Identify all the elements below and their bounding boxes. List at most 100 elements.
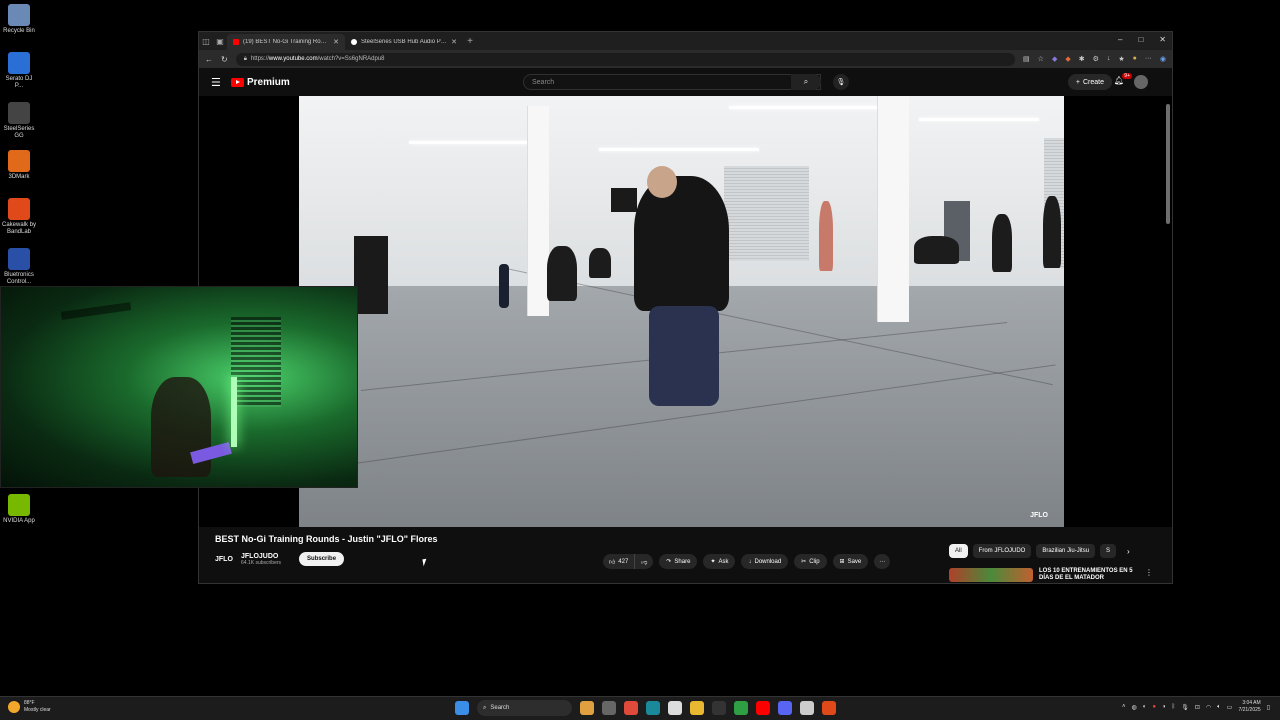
tab-steelseries[interactable]: SteelSeries USB Hub Audio Port ✕ bbox=[345, 34, 463, 50]
subscribe-button[interactable]: Subscribe bbox=[299, 552, 345, 566]
extension-icon[interactable]: ⚙ bbox=[1093, 55, 1099, 63]
dislike-button[interactable]: 👎︎ bbox=[634, 554, 653, 569]
desktop-shortcut-label: SteelSeries GG bbox=[3, 126, 35, 139]
clock[interactable]: 3:04 AM 7/21/2025 bbox=[1238, 700, 1260, 714]
video-frame[interactable]: JFLO bbox=[299, 96, 1064, 527]
tray-icon[interactable]: ⊡ bbox=[1195, 704, 1200, 711]
channel-avatar[interactable]: JFLO bbox=[215, 556, 235, 563]
close-window-button[interactable]: ✕ bbox=[1159, 35, 1166, 44]
git-icon[interactable] bbox=[822, 701, 836, 715]
weather-widget[interactable]: 88°F Mostly clear bbox=[8, 700, 51, 714]
extension-icon[interactable]: ◆ bbox=[1065, 55, 1070, 63]
recycle-bin-icon bbox=[8, 4, 30, 26]
like-button[interactable]: 👍︎ 427 bbox=[603, 554, 634, 569]
filter-chip[interactable]: All bbox=[949, 544, 968, 558]
explorer-icon[interactable] bbox=[690, 701, 704, 715]
close-tab-icon[interactable]: ✕ bbox=[333, 38, 339, 46]
store-icon[interactable] bbox=[668, 701, 682, 715]
volume-icon[interactable]: 🔈︎ bbox=[1217, 704, 1221, 711]
tab-actions-icon[interactable]: ▣ bbox=[213, 37, 227, 46]
more-icon[interactable]: ··· bbox=[1145, 55, 1152, 63]
save-button[interactable]: ⊞ Save bbox=[832, 554, 869, 569]
refresh-icon[interactable]: ↻ bbox=[221, 55, 228, 64]
tray-icon[interactable]: ◍ bbox=[1132, 704, 1137, 711]
recommended-thumbnail[interactable] bbox=[949, 568, 1033, 582]
workspaces-icon[interactable]: ◫ bbox=[199, 37, 213, 46]
recommended-video[interactable]: LOS 10 ENTRENAMIENTOS EN 5 DÍAS DE EL MA… bbox=[949, 568, 1153, 582]
puzzle-icon[interactable]: ✱ bbox=[1079, 55, 1085, 63]
clip-button[interactable]: ✂ Clip bbox=[794, 554, 827, 569]
search-button[interactable]: ⌕ bbox=[791, 74, 821, 90]
desktop-shortcut[interactable]: 3DMark bbox=[2, 150, 36, 181]
minimize-button[interactable]: – bbox=[1118, 35, 1122, 44]
channel-name[interactable]: JFLOJUDO bbox=[241, 553, 281, 560]
bluetooth-icon[interactable]: ᛒ bbox=[1172, 704, 1176, 710]
hamburger-menu-icon[interactable]: ☰ bbox=[211, 76, 231, 89]
kebab-menu-icon[interactable]: ⋮ bbox=[1145, 568, 1153, 582]
xbox-icon[interactable] bbox=[734, 701, 748, 715]
close-tab-icon[interactable]: ✕ bbox=[451, 38, 457, 46]
task-view-icon[interactable] bbox=[602, 701, 616, 715]
copilot-icon[interactable]: ◉ bbox=[1160, 55, 1166, 63]
voice-search-button[interactable]: 🎙︎ bbox=[833, 74, 849, 90]
scrollbar-thumb[interactable] bbox=[1166, 104, 1170, 224]
channel-meta: JFLOJUDO 64.1K subscribers bbox=[241, 553, 281, 566]
filter-chip[interactable]: S bbox=[1100, 544, 1117, 558]
desktop-shortcut[interactable]: Bluetronics Control... bbox=[2, 248, 36, 286]
wifi-icon[interactable]: ◠ bbox=[1206, 704, 1211, 711]
more-actions-button[interactable]: ··· bbox=[874, 554, 891, 569]
weather-desc: Mostly clear bbox=[24, 707, 51, 713]
chevron-right-icon[interactable]: › bbox=[1127, 547, 1130, 556]
scrollbar[interactable] bbox=[1166, 96, 1171, 585]
profile-icon[interactable]: ● bbox=[1133, 55, 1137, 63]
reader-icon[interactable]: ▤ bbox=[1023, 55, 1030, 63]
desktop-shortcut[interactable]: NVIDIA App bbox=[2, 494, 36, 525]
webcam-light-bar bbox=[231, 377, 237, 447]
tray-icon[interactable]: ◐ bbox=[1143, 704, 1147, 710]
notification-center-icon[interactable]: ▯ bbox=[1267, 704, 1270, 711]
ask-button[interactable]: ✦ Ask bbox=[703, 554, 736, 569]
terminal-icon[interactable] bbox=[712, 701, 726, 715]
extension-icon[interactable]: ◆ bbox=[1052, 55, 1057, 63]
recommended-title[interactable]: LOS 10 ENTRENAMIENTOS EN 5 DÍAS DE EL MA… bbox=[1039, 568, 1139, 582]
mic-icon[interactable]: 🎙︎ bbox=[1181, 704, 1189, 711]
battery-icon[interactable]: ▭ bbox=[1227, 704, 1233, 711]
desktop-shortcut[interactable]: SteelSeries GG bbox=[2, 102, 36, 140]
copilot-icon[interactable] bbox=[580, 701, 594, 715]
chevron-up-icon[interactable]: ˄ bbox=[1122, 704, 1126, 710]
steelseries-tb-icon[interactable] bbox=[800, 701, 814, 715]
download-button[interactable]: ↓ Download bbox=[741, 554, 789, 569]
person-crouching bbox=[914, 236, 959, 264]
share-button[interactable]: ↷ Share bbox=[659, 554, 698, 569]
download-icon[interactable]: ↓ bbox=[1107, 55, 1111, 63]
tray-icon[interactable]: ◑ bbox=[1162, 704, 1166, 710]
new-tab-button[interactable]: + bbox=[463, 36, 477, 47]
favorite-star-icon[interactable]: ☆ bbox=[1038, 55, 1044, 63]
pillar bbox=[527, 106, 549, 316]
search-input[interactable]: Search bbox=[523, 74, 821, 90]
url-field[interactable]: 🔒︎ https://www.youtube.com/watch?v=Ss6gN… bbox=[235, 52, 1016, 66]
discord-icon[interactable] bbox=[778, 701, 792, 715]
desktop-shortcut[interactable]: Cakewalk by BandLab bbox=[2, 198, 36, 236]
windows-start-icon[interactable] bbox=[455, 701, 469, 715]
maximize-button[interactable]: □ bbox=[1138, 35, 1143, 44]
desktop-shortcut[interactable]: Serato DJ P... bbox=[2, 52, 36, 90]
chrome-icon[interactable] bbox=[624, 701, 638, 715]
mic-icon: 🎙︎ bbox=[836, 79, 846, 86]
create-button[interactable]: + Create bbox=[1067, 74, 1112, 90]
filter-chip[interactable]: From JFLOJUDO bbox=[972, 544, 1032, 558]
tab-youtube[interactable]: (19) BEST No-Gi Training Rounds ✕ bbox=[227, 34, 345, 50]
edge-icon[interactable] bbox=[646, 701, 660, 715]
avatar[interactable] bbox=[1134, 75, 1148, 89]
filter-chip[interactable]: Brazilian Jiu-Jitsu bbox=[1036, 544, 1096, 558]
desktop-shortcut[interactable]: Recycle Bin bbox=[2, 4, 36, 35]
back-icon[interactable]: ← bbox=[205, 55, 213, 64]
wall-tv bbox=[611, 188, 637, 212]
youtube-logo[interactable]: Premium bbox=[231, 77, 290, 88]
action-label: Share bbox=[674, 558, 691, 565]
youtube-music-icon[interactable] bbox=[756, 701, 770, 715]
channel-watermark[interactable]: JFLO bbox=[1030, 512, 1048, 519]
taskbar-search[interactable]: ⌕ Search bbox=[477, 700, 572, 716]
tray-icon[interactable]: ● bbox=[1152, 704, 1156, 710]
favorites-icon[interactable]: ★ bbox=[1118, 55, 1124, 63]
